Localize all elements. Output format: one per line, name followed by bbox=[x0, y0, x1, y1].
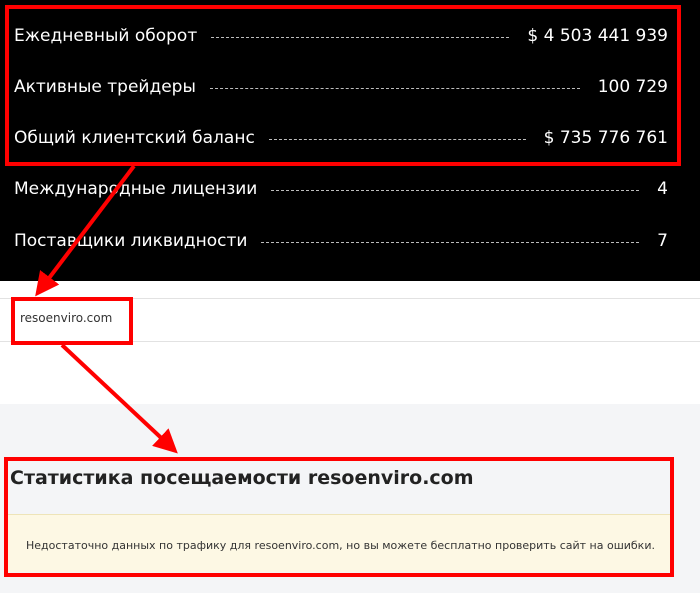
annotation-box-url bbox=[11, 297, 133, 345]
stat-label: Поставщики ликвидности bbox=[14, 231, 248, 251]
dotted-leader bbox=[271, 189, 640, 191]
stat-row-liquidity-providers: Поставщики ликвидности 7 bbox=[14, 221, 668, 261]
stat-value: 7 bbox=[657, 231, 668, 251]
stat-value: 4 bbox=[657, 179, 668, 199]
annotation-box-card bbox=[4, 457, 674, 577]
annotation-box-stats bbox=[5, 5, 681, 166]
stat-row-licenses: Международные лицензии 4 bbox=[14, 169, 668, 209]
stat-label: Международные лицензии bbox=[14, 179, 258, 199]
dotted-leader bbox=[261, 241, 640, 243]
